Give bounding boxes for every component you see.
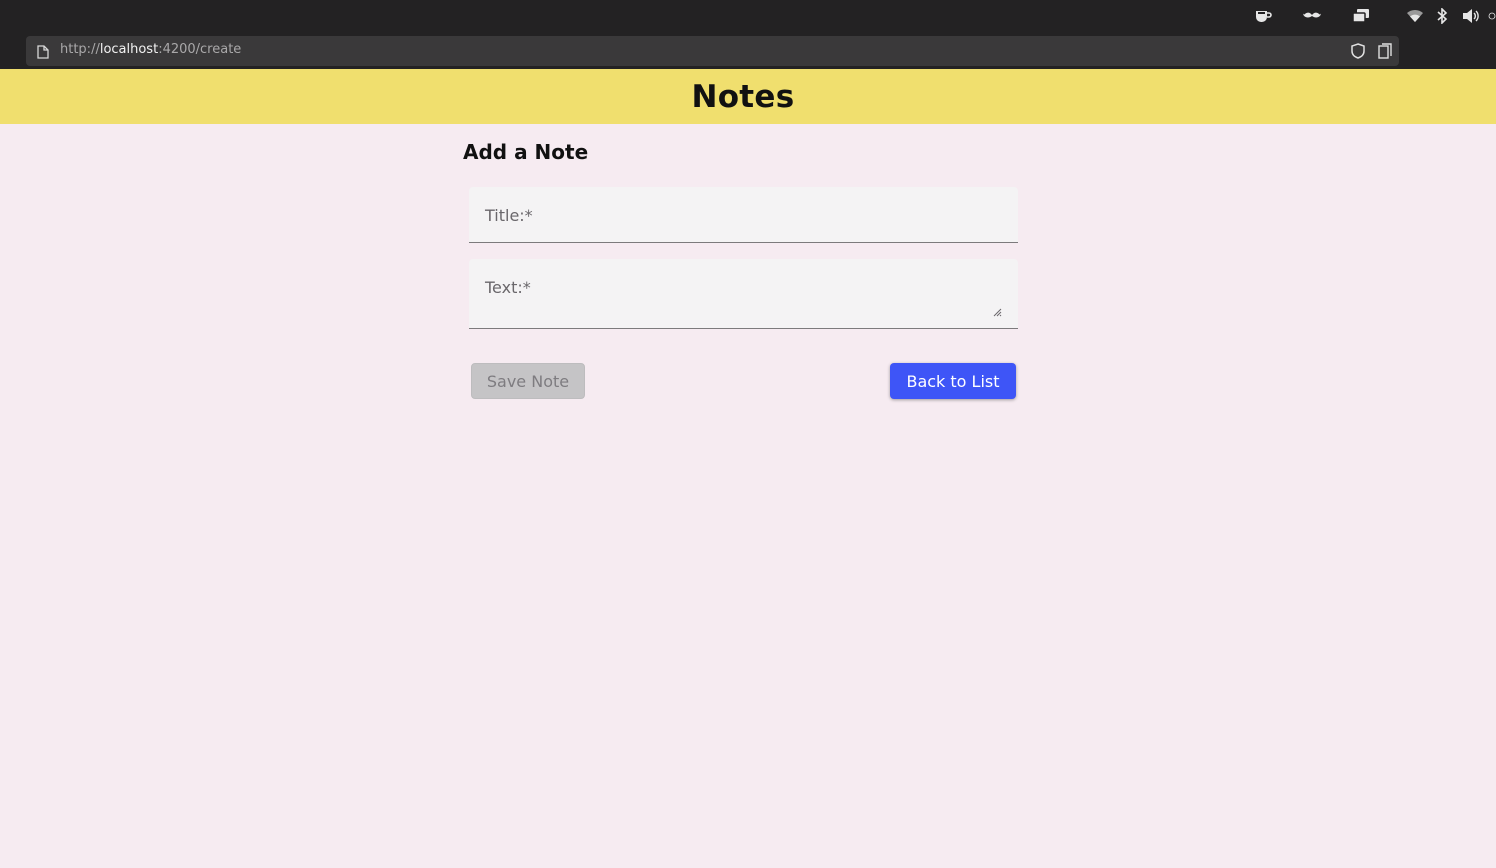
bookmark-icon[interactable] [1378,43,1392,63]
save-note-button[interactable]: Save Note [471,363,585,399]
app-header: Notes [0,69,1496,124]
app-title: Notes [691,78,795,115]
page-icon [37,44,49,63]
text-field[interactable]: Text:* [469,259,1018,329]
address-bar[interactable]: http://localhost:4200/create [26,36,1399,66]
title-field-label: Title:* [485,206,533,225]
page-heading: Add a Note [463,140,589,164]
bluetooth-icon[interactable] [1434,5,1450,27]
volume-icon[interactable] [1461,5,1481,27]
browser-chrome: http://localhost:4200/create [0,0,1496,69]
url-scheme: http:// [60,42,100,57]
url-host: localhost [99,42,159,57]
app-window: http://localhost:4200/create Notes Add a… [0,0,1496,868]
power-icon[interactable] [1488,5,1496,27]
resize-handle-icon[interactable] [992,302,1002,321]
back-to-list-button[interactable]: Back to List [890,363,1016,399]
url-text[interactable]: http://localhost:4200/create [60,42,241,57]
wifi-icon[interactable] [1405,5,1425,27]
text-field-label: Text:* [485,278,531,297]
coffee-cup-icon[interactable] [1253,5,1273,27]
url-path: :4200/create [158,42,242,57]
title-field[interactable]: Title:* [469,187,1018,243]
window-switcher-icon[interactable] [1351,5,1371,27]
shield-icon[interactable] [1351,43,1365,63]
mustache-icon[interactable] [1302,5,1322,27]
